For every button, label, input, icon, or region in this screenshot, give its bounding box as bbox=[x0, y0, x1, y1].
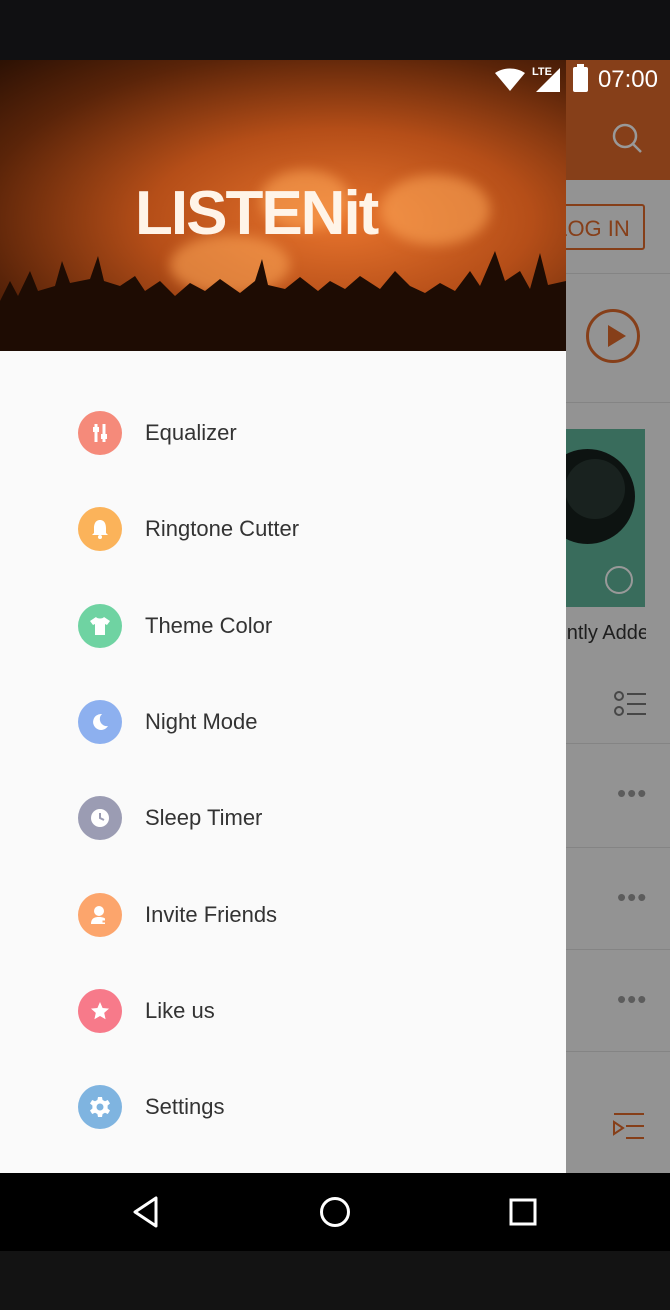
menu-label: Ringtone Cutter bbox=[145, 516, 300, 542]
menu-item-night-mode[interactable]: Night Mode bbox=[0, 674, 566, 770]
menu-label: Night Mode bbox=[145, 709, 258, 735]
menu-item-theme-color[interactable]: Theme Color bbox=[0, 578, 566, 674]
recent-apps-icon[interactable] bbox=[506, 1195, 540, 1229]
crowd-silhouette bbox=[0, 251, 566, 351]
app-logo: LISTENit bbox=[135, 179, 379, 248]
system-navigation-bar bbox=[0, 1173, 670, 1251]
back-icon[interactable] bbox=[130, 1195, 164, 1229]
menu-label: Theme Color bbox=[145, 612, 273, 638]
drawer-menu: Equalizer Ringtone Cutter Theme Color Ni… bbox=[0, 385, 566, 1155]
moon-icon bbox=[78, 700, 122, 745]
menu-label: Settings bbox=[145, 1094, 225, 1120]
menu-item-settings[interactable]: Settings bbox=[0, 1059, 566, 1155]
add-person-icon bbox=[78, 892, 122, 937]
shirt-icon bbox=[78, 603, 122, 648]
top-blank-area bbox=[0, 0, 670, 60]
home-icon[interactable] bbox=[318, 1195, 352, 1229]
status-time: 07:00 bbox=[597, 66, 658, 93]
menu-label: Invite Friends bbox=[145, 901, 278, 927]
star-icon bbox=[78, 988, 122, 1033]
menu-item-equalizer[interactable]: Equalizer bbox=[0, 385, 566, 481]
menu-item-like-us[interactable]: Like us bbox=[0, 963, 566, 1059]
navigation-drawer: LISTENit Equalizer Ringtone Cutter Theme… bbox=[0, 60, 566, 1173]
menu-label: Sleep Timer bbox=[145, 805, 263, 831]
wifi-icon bbox=[495, 68, 525, 91]
menu-item-sleep-timer[interactable]: Sleep Timer bbox=[0, 770, 566, 866]
menu-label: Like us bbox=[145, 997, 215, 1023]
battery-icon bbox=[573, 64, 588, 92]
clock-icon bbox=[78, 796, 122, 841]
bottom-blank-area bbox=[0, 1251, 670, 1310]
menu-label: Equalizer bbox=[145, 420, 237, 446]
bell-icon bbox=[78, 507, 122, 552]
drawer-header: LISTENit bbox=[0, 60, 566, 351]
equalizer-icon bbox=[78, 411, 122, 456]
gear-icon bbox=[78, 1085, 122, 1130]
menu-item-invite-friends[interactable]: Invite Friends bbox=[0, 866, 566, 962]
signal-icon bbox=[536, 68, 560, 92]
menu-item-ringtone-cutter[interactable]: Ringtone Cutter bbox=[0, 481, 566, 577]
stage-light bbox=[380, 175, 490, 245]
app-screen: LOG IN Recently Added ••• ••• ••• bbox=[0, 60, 670, 1173]
status-bar bbox=[0, 60, 566, 100]
